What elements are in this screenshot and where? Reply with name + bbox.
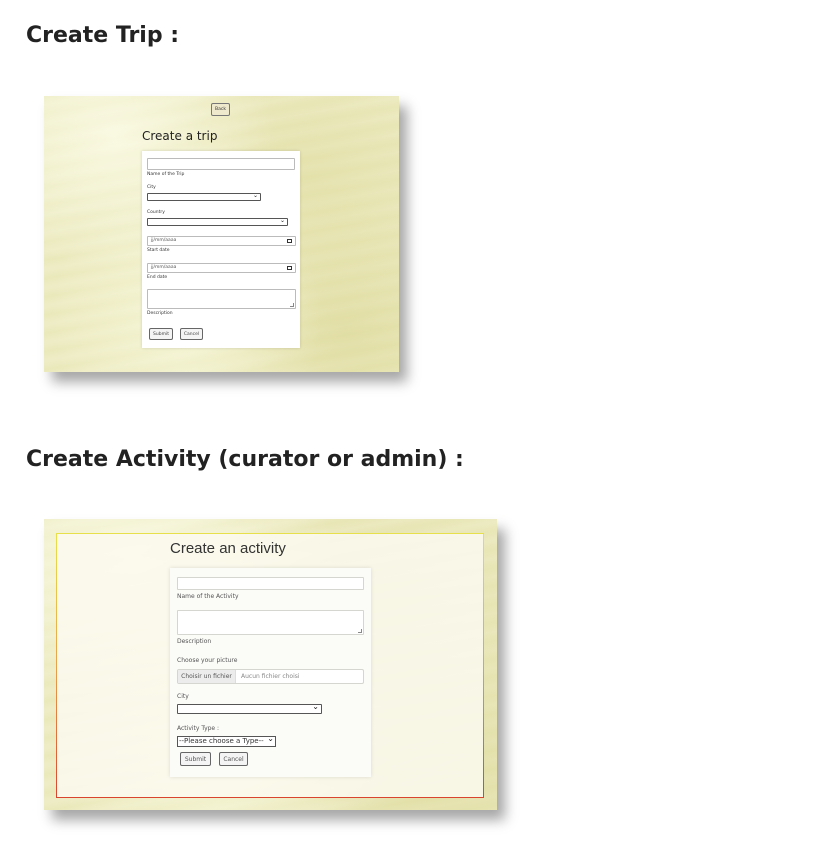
city-label: City (147, 185, 156, 190)
country-select[interactable]: ⌄ (147, 217, 288, 226)
choose-file-button[interactable]: Choisir un fichier (178, 670, 236, 683)
submit-button[interactable]: Submit (149, 328, 173, 340)
resize-grip-icon[interactable] (290, 303, 294, 307)
activity-city-select[interactable]: ⌄ (177, 702, 322, 714)
trip-form-card: Name of the Trip City ⌄ Country ⌄ jj/mm/… (142, 151, 300, 348)
activity-form-card: Name of the Activity Description Choose … (170, 568, 371, 777)
activity-type-label: Activity Type : (177, 725, 220, 732)
back-button[interactable]: Back (211, 103, 230, 116)
create-activity-heading: Create Activity (curator or admin) : (26, 447, 464, 472)
create-activity-screenshot: Create an activity Name of the Activity … (44, 519, 497, 810)
activity-type-selected: --Please choose a Type-- (179, 737, 264, 745)
trip-name-input[interactable] (147, 158, 295, 170)
chevron-down-icon: ⌄ (279, 217, 285, 224)
activity-city-label: City (177, 693, 189, 700)
trip-form-title: Create a trip (142, 129, 218, 143)
calendar-icon[interactable] (287, 265, 292, 270)
trip-description-label: Description (147, 311, 173, 316)
end-date-label: End date (147, 275, 168, 280)
create-trip-heading: Create Trip : (26, 23, 180, 48)
trip-description-textarea[interactable] (147, 289, 296, 309)
calendar-icon[interactable] (287, 238, 292, 243)
activity-submit-button[interactable]: Submit (180, 752, 211, 766)
activity-name-label: Name of the Activity (177, 593, 239, 600)
activity-description-label: Description (177, 638, 212, 645)
activity-name-input[interactable] (177, 577, 364, 590)
end-date-input[interactable]: jj/mm/aaaa (147, 263, 296, 273)
activity-cancel-button[interactable]: Cancel (219, 752, 248, 766)
file-status-text: Aucun fichier choisi (241, 673, 300, 680)
picture-label: Choose your picture (177, 657, 238, 664)
resize-grip-icon[interactable] (358, 629, 362, 633)
start-date-input[interactable]: jj/mm/aaaa (147, 236, 296, 246)
start-date-label: Start date (147, 248, 170, 253)
activity-type-select[interactable]: --Please choose a Type-- ⌄ (177, 734, 276, 747)
trip-name-label: Name of the Trip (147, 172, 185, 177)
activity-form-title: Create an activity (170, 540, 286, 557)
start-date-placeholder: jj/mm/aaaa (151, 238, 177, 243)
picture-file-input[interactable]: Choisir un fichier Aucun fichier choisi (177, 669, 364, 684)
city-select[interactable]: ⌄ (147, 192, 261, 201)
activity-description-textarea[interactable] (177, 610, 364, 635)
activity-page-frame: Create an activity Name of the Activity … (56, 533, 484, 798)
create-trip-screenshot: Back Create a trip Name of the Trip City… (44, 96, 399, 372)
chevron-down-icon: ⌄ (267, 734, 274, 743)
country-label: Country (147, 210, 165, 215)
chevron-down-icon: ⌄ (252, 192, 258, 199)
cancel-button[interactable]: Cancel (180, 328, 203, 340)
end-date-placeholder: jj/mm/aaaa (151, 265, 177, 270)
chevron-down-icon: ⌄ (312, 702, 319, 711)
